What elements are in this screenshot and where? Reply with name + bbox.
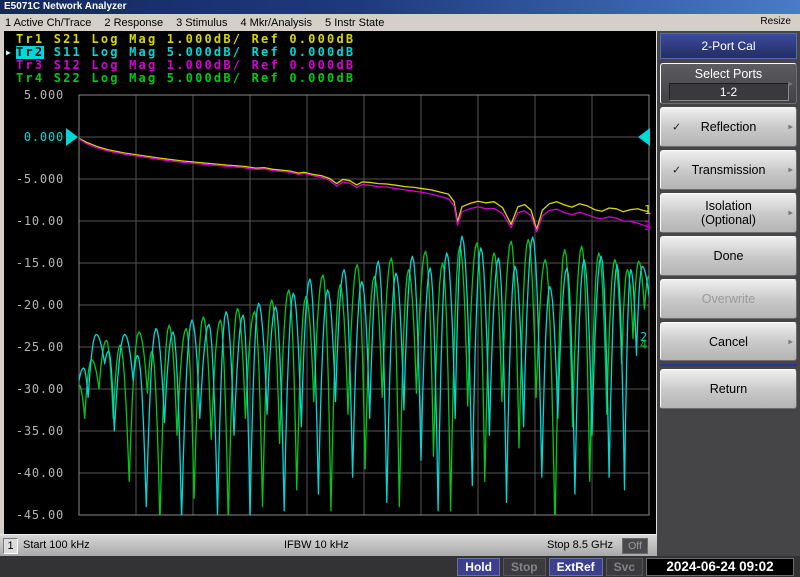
svg-text:-40.00: -40.00 (16, 466, 64, 480)
softkey-isolation[interactable]: Isolation (Optional) ▶ (660, 193, 797, 233)
svg-text:5.000: 5.000 (24, 88, 64, 102)
ref-level-marker-left (66, 128, 78, 146)
svg-text:-20.00: -20.00 (16, 298, 64, 312)
check-icon: ✓ (672, 164, 681, 177)
off-indicator: Off (622, 538, 648, 554)
svg-text:-15.00: -15.00 (16, 256, 64, 270)
svg-text:-25.00: -25.00 (16, 340, 64, 354)
start-frequency[interactable]: Start 100 kHz (23, 539, 90, 551)
svg-text:3: 3 (644, 219, 651, 233)
svg-text:-5.000: -5.000 (16, 172, 64, 186)
svg-text:1: 1 (644, 203, 651, 217)
trace-settings: S22 Log Mag 5.000dB/ Ref 0.000dB (44, 72, 355, 85)
submenu-arrow-icon: ▶ (788, 338, 793, 345)
svg-text:-30.00: -30.00 (16, 382, 64, 396)
softkey-label: Transmission (692, 163, 766, 177)
menu-response[interactable]: 2 Response (104, 17, 163, 29)
y-axis-tick-labels: 5.000 0.000 -5.000 -10.00 -15.00 -20.00 -25.00… (16, 88, 64, 522)
svc-indicator[interactable]: Svc (606, 558, 643, 576)
submenu-arrow-icon: ▶ (788, 124, 793, 131)
submenu-arrow-icon: ▶ (788, 167, 793, 174)
channel-number-badge: 1 (3, 538, 18, 554)
legend-row-tr4[interactable]: Tr4 S22 Log Mag 5.000dB/ Ref 0.000dB (6, 72, 355, 85)
extref-indicator[interactable]: ExtRef (549, 558, 603, 576)
ifbw-value[interactable]: IFBW 10 kHz (284, 539, 349, 551)
date-time-display: 2024-06-24 09:02 (646, 558, 794, 576)
menu-instr-state[interactable]: 5 Instr State (325, 17, 384, 29)
softkey-transmission[interactable]: ✓ Transmission ▶ (660, 150, 797, 190)
menu-active-ch-trace[interactable]: 1 Active Ch/Trace (5, 17, 91, 29)
instrument-screen: 5.000 0.000 -5.000 -10.00 -15.00 -20.00 -25.00… (4, 31, 657, 535)
menu-mkr-analysis[interactable]: 4 Mkr/Analysis (240, 17, 312, 29)
stop-indicator[interactable]: Stop (503, 558, 546, 576)
instrument-status-bar: Hold Stop ExtRef Svc 2024-06-24 09:02 (0, 556, 800, 577)
softkey-label: Done (714, 249, 744, 263)
hold-indicator[interactable]: Hold (457, 558, 500, 576)
svg-text:-10.00: -10.00 (16, 214, 64, 228)
submenu-arrow-icon: ▶ (788, 210, 793, 217)
plot-area[interactable]: 5.000 0.000 -5.000 -10.00 -15.00 -20.00 -25.00… (4, 31, 656, 534)
check-icon: ✓ (672, 121, 681, 134)
softkey-label: Cancel (709, 335, 748, 349)
softkey-select-ports[interactable]: Select Ports 1-2 ▶ (660, 63, 797, 104)
softkey-separator (660, 364, 797, 366)
trace-name: Tr4 (16, 72, 44, 85)
softkey-label: Overwrite (702, 292, 755, 306)
svg-text:4: 4 (640, 337, 647, 351)
softkey-label: Return (710, 382, 748, 396)
softkey-reflection[interactable]: ✓ Reflection ▶ (660, 107, 797, 147)
softkey-label: Reflection (701, 120, 757, 134)
softkey-menu: 2-Port Cal Select Ports 1-2 ▶ ✓ Reflecti… (657, 31, 800, 556)
grid-lines (79, 95, 649, 515)
svg-text:-45.00: -45.00 (16, 508, 64, 522)
softkey-done[interactable]: Done (660, 236, 797, 276)
softkey-cancel[interactable]: Cancel ▶ (660, 322, 797, 361)
menu-resize[interactable]: Resize (760, 16, 791, 27)
softkey-menu-title: 2-Port Cal (660, 33, 797, 59)
softkey-label: Isolation (705, 199, 752, 213)
softkey-overwrite[interactable]: Overwrite (660, 279, 797, 319)
menu-stimulus[interactable]: 3 Stimulus (176, 17, 227, 29)
active-trace-marker-icon: ▶ (6, 46, 16, 59)
window-title: E5071C Network Analyzer (4, 1, 126, 12)
submenu-arrow-icon: ▶ (788, 80, 793, 87)
svg-text:-35.00: -35.00 (16, 424, 64, 438)
ref-level-marker-right (638, 128, 650, 146)
menu-bar: 1 Active Ch/Trace 2 Response 3 Stimulus … (0, 14, 800, 31)
softkey-label-line2: (Optional) (701, 213, 756, 227)
select-ports-value: 1-2 (669, 83, 789, 101)
softkey-return[interactable]: Return (660, 369, 797, 409)
title-bar: E5071C Network Analyzer (0, 0, 800, 14)
trace-legend: Tr1 S21 Log Mag 1.000dB/ Ref 0.000dB ▶ T… (6, 33, 355, 85)
stimulus-status-bar: 1 Start 100 kHz IFBW 10 kHz Stop 8.5 GHz… (0, 534, 657, 556)
stop-frequency[interactable]: Stop 8.5 GHz (547, 539, 613, 551)
softkey-label: Select Ports (695, 67, 762, 81)
svg-text:0.000: 0.000 (24, 130, 64, 144)
